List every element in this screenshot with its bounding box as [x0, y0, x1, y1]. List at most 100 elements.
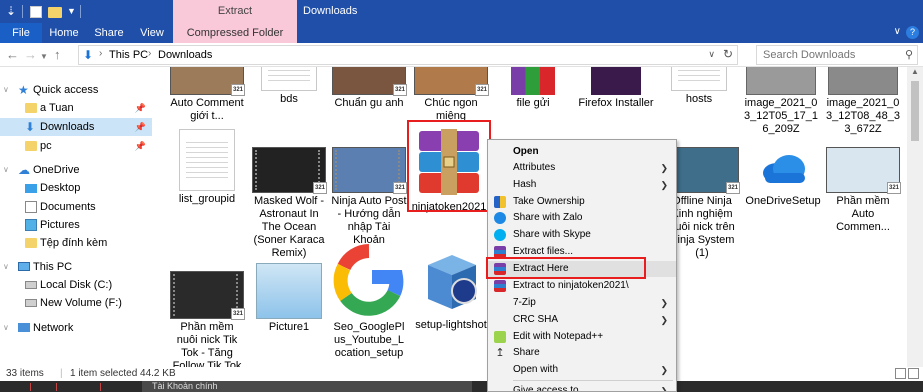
taskbar-window-button[interactable]: Tài Khoản chính [142, 381, 472, 392]
menu-label: Open [513, 146, 539, 157]
file-item[interactable]: hosts [661, 67, 737, 106]
tab-share[interactable]: Share [86, 23, 132, 43]
breadcrumb-downloads[interactable]: Downloads [158, 49, 212, 61]
expand-chevron-icon[interactable]: ∨ [3, 81, 9, 99]
file-name: image_2021_03_12T05_17_16_209Z [743, 97, 818, 135]
scrollbar-thumb[interactable] [911, 81, 919, 141]
menu-item-give-access-to[interactable]: Give access to ❯ [488, 383, 676, 392]
help-icon[interactable]: ? [906, 26, 919, 39]
quick-access-arrow-icon[interactable]: ⇣ [6, 4, 18, 19]
customize-toolbar-chevron-icon[interactable]: ▼ [67, 4, 77, 19]
menu-item-crc-sha[interactable]: CRC SHA ❯ [488, 312, 676, 328]
menu-item-open-with[interactable]: Open with ❯ [488, 362, 676, 378]
nav-item-documents[interactable]: Documents [0, 198, 152, 216]
vertical-scrollbar[interactable]: ▲ [907, 67, 923, 367]
nav-label: pc [40, 140, 52, 152]
breadcrumb-separator-icon[interactable]: › [148, 48, 151, 59]
address-history-chevron-icon[interactable]: ∨ [708, 49, 715, 60]
pin-icon[interactable]: 📌 [135, 118, 146, 136]
nav-item-pc[interactable]: pc 📌 [0, 137, 152, 155]
nav-label: Network [33, 322, 74, 334]
nav-item-downloads[interactable]: ⬇ Downloads 📌 [0, 118, 152, 136]
breadcrumb-separator-icon[interactable]: › [99, 48, 102, 59]
new-folder-icon[interactable] [48, 7, 62, 18]
back-arrow-icon[interactable]: ← [6, 47, 19, 63]
expand-chevron-icon[interactable]: ∨ [3, 319, 9, 337]
file-name: Masked Wolf - Astronaut In The Ocean (So… [253, 195, 325, 259]
search-box[interactable]: ⚲ [756, 45, 918, 65]
file-name: Firefox Installer [578, 97, 654, 109]
expand-chevron-icon[interactable]: ∨ [3, 258, 9, 276]
menu-item-7zip[interactable]: 7-Zip ❯ [488, 295, 676, 311]
nav-item-attachments[interactable]: Tệp đính kèm [0, 234, 152, 252]
file-item[interactable]: 321 Ninja Auto Post - Hướng dẫn nhập Tài… [331, 147, 407, 247]
nav-item-a-tuan[interactable]: a Tuan 📌 [0, 99, 152, 117]
tab-file[interactable]: File [0, 23, 42, 43]
menu-item-attributes[interactable]: Attributes ❯ [488, 160, 676, 176]
nav-item-new-volume-f[interactable]: New Volume (F:) [0, 294, 152, 312]
search-input[interactable] [757, 46, 897, 64]
pin-icon[interactable]: 📌 [135, 99, 146, 117]
video-thumbnail: 321 [332, 147, 407, 194]
file-item[interactable]: Picture1 [251, 263, 327, 334]
expand-chevron-icon[interactable]: ∨ [3, 161, 9, 179]
breadcrumb-this-pc[interactable]: This PC [109, 49, 148, 61]
scroll-up-arrow-icon[interactable]: ▲ [911, 67, 919, 76]
submenu-arrow-icon: ❯ [660, 386, 668, 392]
pin-icon[interactable]: 📌 [135, 137, 146, 155]
file-item[interactable]: 321 Auto Comment giới t... [169, 67, 245, 123]
large-icons-view-icon[interactable] [908, 368, 919, 379]
forward-arrow-icon[interactable]: → [24, 47, 37, 63]
nav-item-desktop[interactable]: Desktop [0, 179, 152, 197]
media-player-badge: 321 [231, 308, 245, 320]
expand-ribbon-chevron-icon[interactable]: ∨ [894, 26, 901, 37]
file-name: Phần mềm Auto Commen... [836, 195, 890, 233]
address-bar[interactable]: ⬇ › This PC › Downloads ∨ ↻ [78, 45, 738, 65]
tab-compressed-folder-tools[interactable]: Compressed Folder Tools [173, 23, 297, 59]
file-item[interactable]: list_groupid [169, 129, 245, 206]
file-item[interactable]: Seo_GooglePlus_Youtube_Location_setup [331, 243, 407, 360]
nav-item-quick-access[interactable]: ∨ ★ Quick access [0, 81, 152, 99]
file-item[interactable]: file gửi [495, 67, 571, 110]
file-item[interactable]: Firefox Installer [578, 67, 654, 110]
nav-item-onedrive[interactable]: ∨ ☁ OneDrive [0, 161, 152, 179]
menu-item-edit-with-notepad-plus-plus[interactable]: Edit with Notepad++ [488, 329, 676, 345]
file-name: file gửi [516, 97, 550, 109]
nav-label: New Volume (F:) [40, 297, 122, 309]
nav-item-network[interactable]: ∨ Network [0, 319, 152, 337]
menu-item-share-with-skype[interactable]: Share with Skype [488, 227, 676, 243]
file-item[interactable]: setup-lightshot [413, 247, 489, 332]
file-item[interactable]: bds [251, 67, 327, 106]
nav-label: Quick access [33, 84, 99, 96]
nav-item-pictures[interactable]: Pictures [0, 216, 152, 234]
nav-label: Documents [40, 201, 96, 213]
media-player-badge: 321 [313, 182, 327, 194]
tab-home[interactable]: Home [42, 23, 86, 43]
file-item[interactable]: image_2021_03_12T05_17_16_209Z [743, 67, 819, 136]
recent-locations-chevron-icon[interactable]: ▼ [40, 49, 48, 65]
up-arrow-icon[interactable]: ↑ [54, 47, 61, 63]
tab-view[interactable]: View [132, 23, 172, 43]
file-item[interactable]: 321 Chuẩn gu anh [331, 67, 407, 110]
file-item[interactable]: 321 Phần mềm Auto Commen... [825, 147, 901, 234]
file-item[interactable]: 321 Phần mềm nuôi nick Tik Tok - Tăng Fo… [169, 271, 245, 367]
video-thumbnail: 321 [170, 271, 245, 320]
file-item[interactable]: 321 Chúc ngon miệng [413, 67, 489, 123]
nav-item-this-pc[interactable]: ∨ This PC [0, 258, 152, 276]
menu-item-share-with-zalo[interactable]: Share with Zalo [488, 210, 676, 226]
menu-item-share[interactable]: ↥ Share [488, 345, 676, 361]
menu-item-open[interactable]: Open [488, 144, 676, 160]
nav-item-local-disk-c[interactable]: Local Disk (C:) [0, 276, 152, 294]
details-view-icon[interactable] [895, 368, 906, 379]
refresh-icon[interactable]: ↻ [723, 47, 733, 61]
menu-item-extract-to-folder[interactable]: Extract to ninjatoken2021\ [488, 278, 676, 294]
media-player-badge: 321 [726, 182, 740, 194]
address-row: ← → ▼ ↑ ⬇ › This PC › Downloads ∨ ↻ ⚲ [0, 43, 923, 67]
file-item[interactable]: 321 Masked Wolf - Astronaut In The Ocean… [251, 147, 327, 260]
menu-item-hash[interactable]: Hash ❯ [488, 177, 676, 193]
submenu-arrow-icon: ❯ [660, 365, 668, 375]
properties-icon[interactable] [30, 6, 42, 18]
file-item[interactable]: image_2021_03_12T08_48_33_672Z [825, 67, 901, 136]
file-item[interactable]: OneDriveSetup [745, 147, 821, 208]
menu-item-take-ownership[interactable]: Take Ownership [488, 194, 676, 210]
